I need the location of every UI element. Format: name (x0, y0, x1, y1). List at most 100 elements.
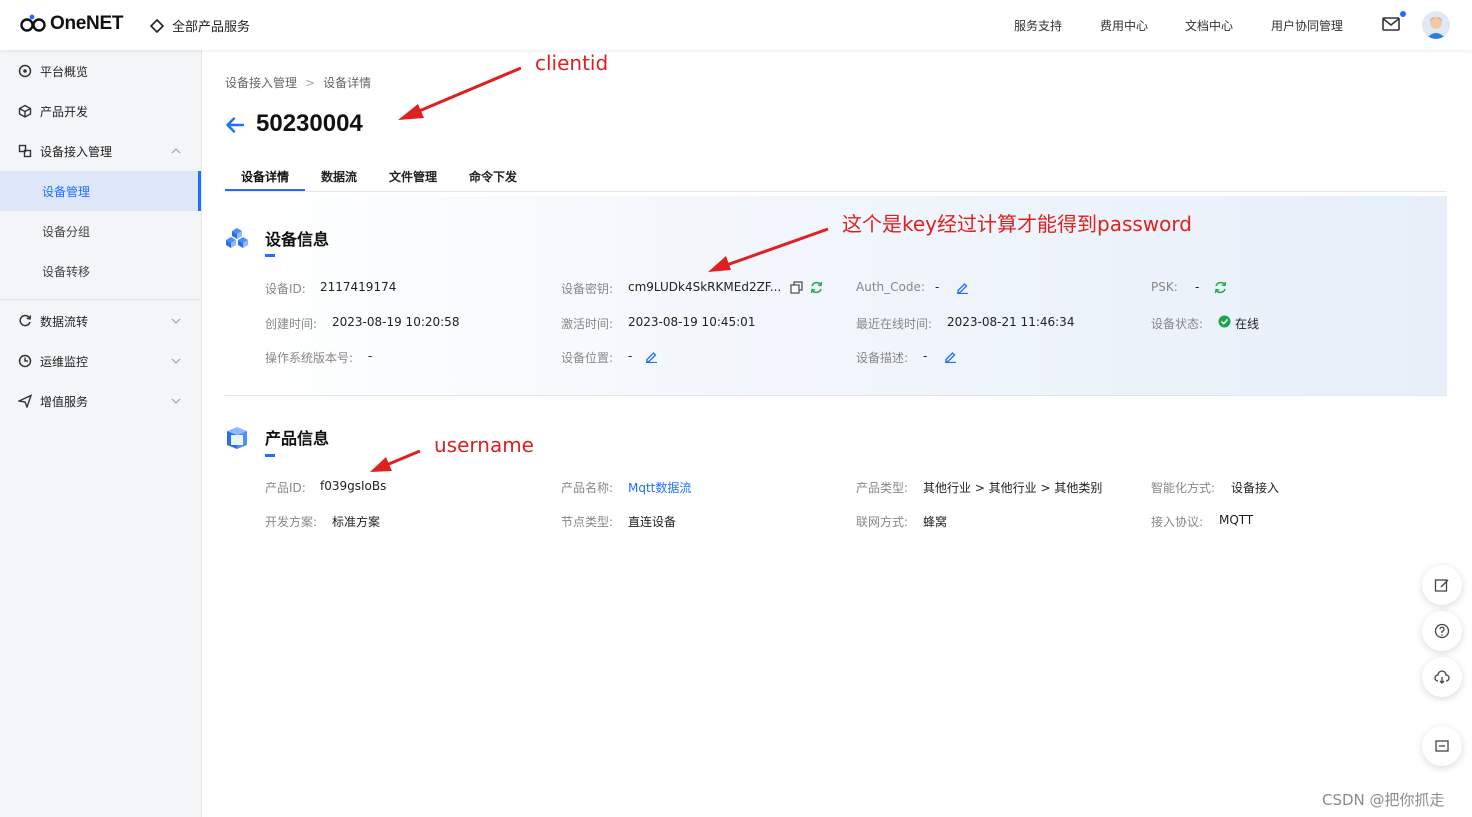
monitor-icon (18, 354, 32, 368)
tab-command[interactable]: 命令下发 (469, 168, 517, 185)
sidebar-item-label: 产品开发 (40, 104, 89, 119)
page-title: 50230004 (256, 110, 363, 137)
breadcrumb-parent[interactable]: 设备接入管理 (225, 76, 297, 90)
last-online-value: 2023-08-21 11:46:34 (947, 315, 1075, 329)
sidebar-item-device-manage[interactable]: 设备管理 (0, 171, 201, 211)
cloud-icon (1434, 670, 1450, 684)
dev-plan-value: 标准方案 (332, 515, 381, 529)
edit-note-icon (1434, 579, 1449, 592)
sidebar-item-device-group[interactable]: 设备分组 (0, 211, 201, 251)
annotation-password: 这个是key经过计算才能得到password (842, 212, 1192, 236)
annotation-arrows (370, 66, 829, 472)
product-name-link[interactable]: Mqtt数据流 (628, 479, 691, 496)
sidebar-divider (0, 299, 201, 300)
watermark: CSDN @把你抓走 (1322, 791, 1445, 809)
edit-icon[interactable] (956, 281, 969, 294)
auth-code-label: Auth_Code: (856, 280, 925, 294)
sidebar-item-label: 运维监控 (40, 354, 89, 369)
nav-user-collab[interactable]: 用户协同管理 (1271, 17, 1343, 34)
psk-value: - (1195, 280, 1200, 294)
onenet-logo[interactable]: OneNET (20, 13, 123, 35)
breadcrumb: 设备接入管理 > 设备详情 (225, 74, 371, 91)
sidebar-item-label: 平台概览 (40, 64, 89, 79)
breadcrumb-separator: > (305, 76, 316, 90)
nav-doc-center[interactable]: 文档中心 (1185, 17, 1233, 34)
help-button[interactable] (1422, 611, 1462, 651)
online-check-icon (1218, 315, 1231, 328)
all-products-menu[interactable]: 全部产品服务 (150, 16, 250, 35)
notification-dot (1400, 11, 1406, 17)
network-value: 蜂窝 (923, 515, 948, 529)
top-bar: OneNET 全部产品服务 服务支持 费用中心 文档中心 用户协同管理 (0, 0, 1472, 50)
collapse-panel-button[interactable] (1422, 726, 1462, 766)
chevron-up-icon (171, 148, 181, 154)
device-key-value: cm9LUDk4SkRKMEd2ZF... (628, 280, 782, 294)
tab-device-detail[interactable]: 设备详情 (241, 168, 289, 185)
tab-data-stream[interactable]: 数据流 (321, 168, 357, 185)
section-underline (265, 454, 275, 457)
section-underline (265, 254, 275, 257)
refresh-icon[interactable] (1214, 281, 1227, 294)
product-id-label: 产品ID: (265, 481, 306, 495)
sidebar-item-overview[interactable]: 平台概览 (0, 51, 201, 91)
tab-file-manage[interactable]: 文件管理 (389, 168, 437, 185)
avatar[interactable] (1422, 11, 1450, 39)
product-info-title: 产品信息 (265, 429, 330, 448)
active-tab-indicator (225, 189, 305, 191)
sidebar-item-value-added[interactable]: 增值服务 (0, 381, 201, 421)
psk-label: PSK: (1151, 280, 1178, 294)
description-value: - (923, 349, 928, 363)
smart-mode-value: 设备接入 (1231, 481, 1280, 495)
sidebar-item-label: 数据流转 (40, 314, 89, 329)
sidebar-item-device-access[interactable]: 设备接入管理 (0, 131, 201, 171)
device-cubes-icon (226, 228, 248, 248)
created-time-value: 2023-08-19 10:20:58 (332, 315, 460, 329)
node-type-label: 节点类型: (561, 515, 614, 529)
device-id-value: 2117419174 (320, 280, 397, 294)
avatar-icon (1426, 17, 1446, 39)
sidebar-item-device-transfer[interactable]: 设备转移 (0, 251, 201, 291)
question-icon (1434, 623, 1450, 639)
annotation-arrow-username (370, 449, 421, 472)
all-products-label: 全部产品服务 (172, 20, 251, 35)
tab-bar: 设备详情 数据流 文件管理 命令下发 (225, 165, 1447, 192)
product-box-icon (227, 427, 247, 449)
protocol-label: 接入协议: (1151, 515, 1204, 529)
device-status-label: 设备状态: (1151, 317, 1204, 331)
device-key-label: 设备密钥: (561, 282, 614, 296)
breadcrumb-current: 设备详情 (323, 76, 372, 90)
auth-code-value: - (935, 280, 940, 294)
overview-icon (18, 64, 32, 78)
activated-time-label: 激活时间: (561, 317, 614, 331)
logo-text: OneNET (50, 13, 124, 34)
copy-icon[interactable] (790, 281, 803, 294)
nav-billing-center[interactable]: 费用中心 (1100, 17, 1148, 34)
annotation-username: username (434, 433, 534, 457)
location-value: - (628, 349, 633, 363)
feedback-button[interactable] (1422, 565, 1462, 605)
chevron-down-icon (171, 398, 181, 404)
os-version-value: - (368, 349, 373, 363)
sidebar: 平台概览 产品开发 设备接入管理 设备管理 设备分组 设备转移 数据流转 运维监… (0, 50, 202, 817)
description-label: 设备描述: (856, 351, 909, 365)
product-type-value: 其他行业 > 其他行业 > 其他类别 (923, 481, 1103, 495)
diamond-icon (150, 18, 164, 33)
back-arrow-icon[interactable] (224, 114, 246, 136)
edit-icon[interactable] (645, 350, 658, 363)
sidebar-item-data-flow[interactable]: 数据流转 (0, 301, 201, 341)
activated-time-value: 2023-08-19 10:45:01 (628, 315, 756, 329)
cloud-service-button[interactable] (1422, 657, 1462, 697)
sidebar-item-product-dev[interactable]: 产品开发 (0, 91, 201, 131)
protocol-value: MQTT (1219, 513, 1254, 527)
panel-icon (1435, 740, 1449, 752)
refresh-icon[interactable] (810, 281, 823, 294)
mail-icon[interactable] (1382, 16, 1400, 32)
annotation-arrow-clientid (398, 66, 522, 120)
sidebar-item-label: 设备分组 (42, 224, 91, 239)
nav-service-support[interactable]: 服务支持 (1014, 17, 1062, 34)
edit-icon[interactable] (944, 350, 957, 363)
device-info-title: 设备信息 (265, 230, 330, 249)
send-icon (18, 394, 32, 408)
smart-mode-label: 智能化方式: (1151, 481, 1216, 495)
sidebar-item-monitor[interactable]: 运维监控 (0, 341, 201, 381)
